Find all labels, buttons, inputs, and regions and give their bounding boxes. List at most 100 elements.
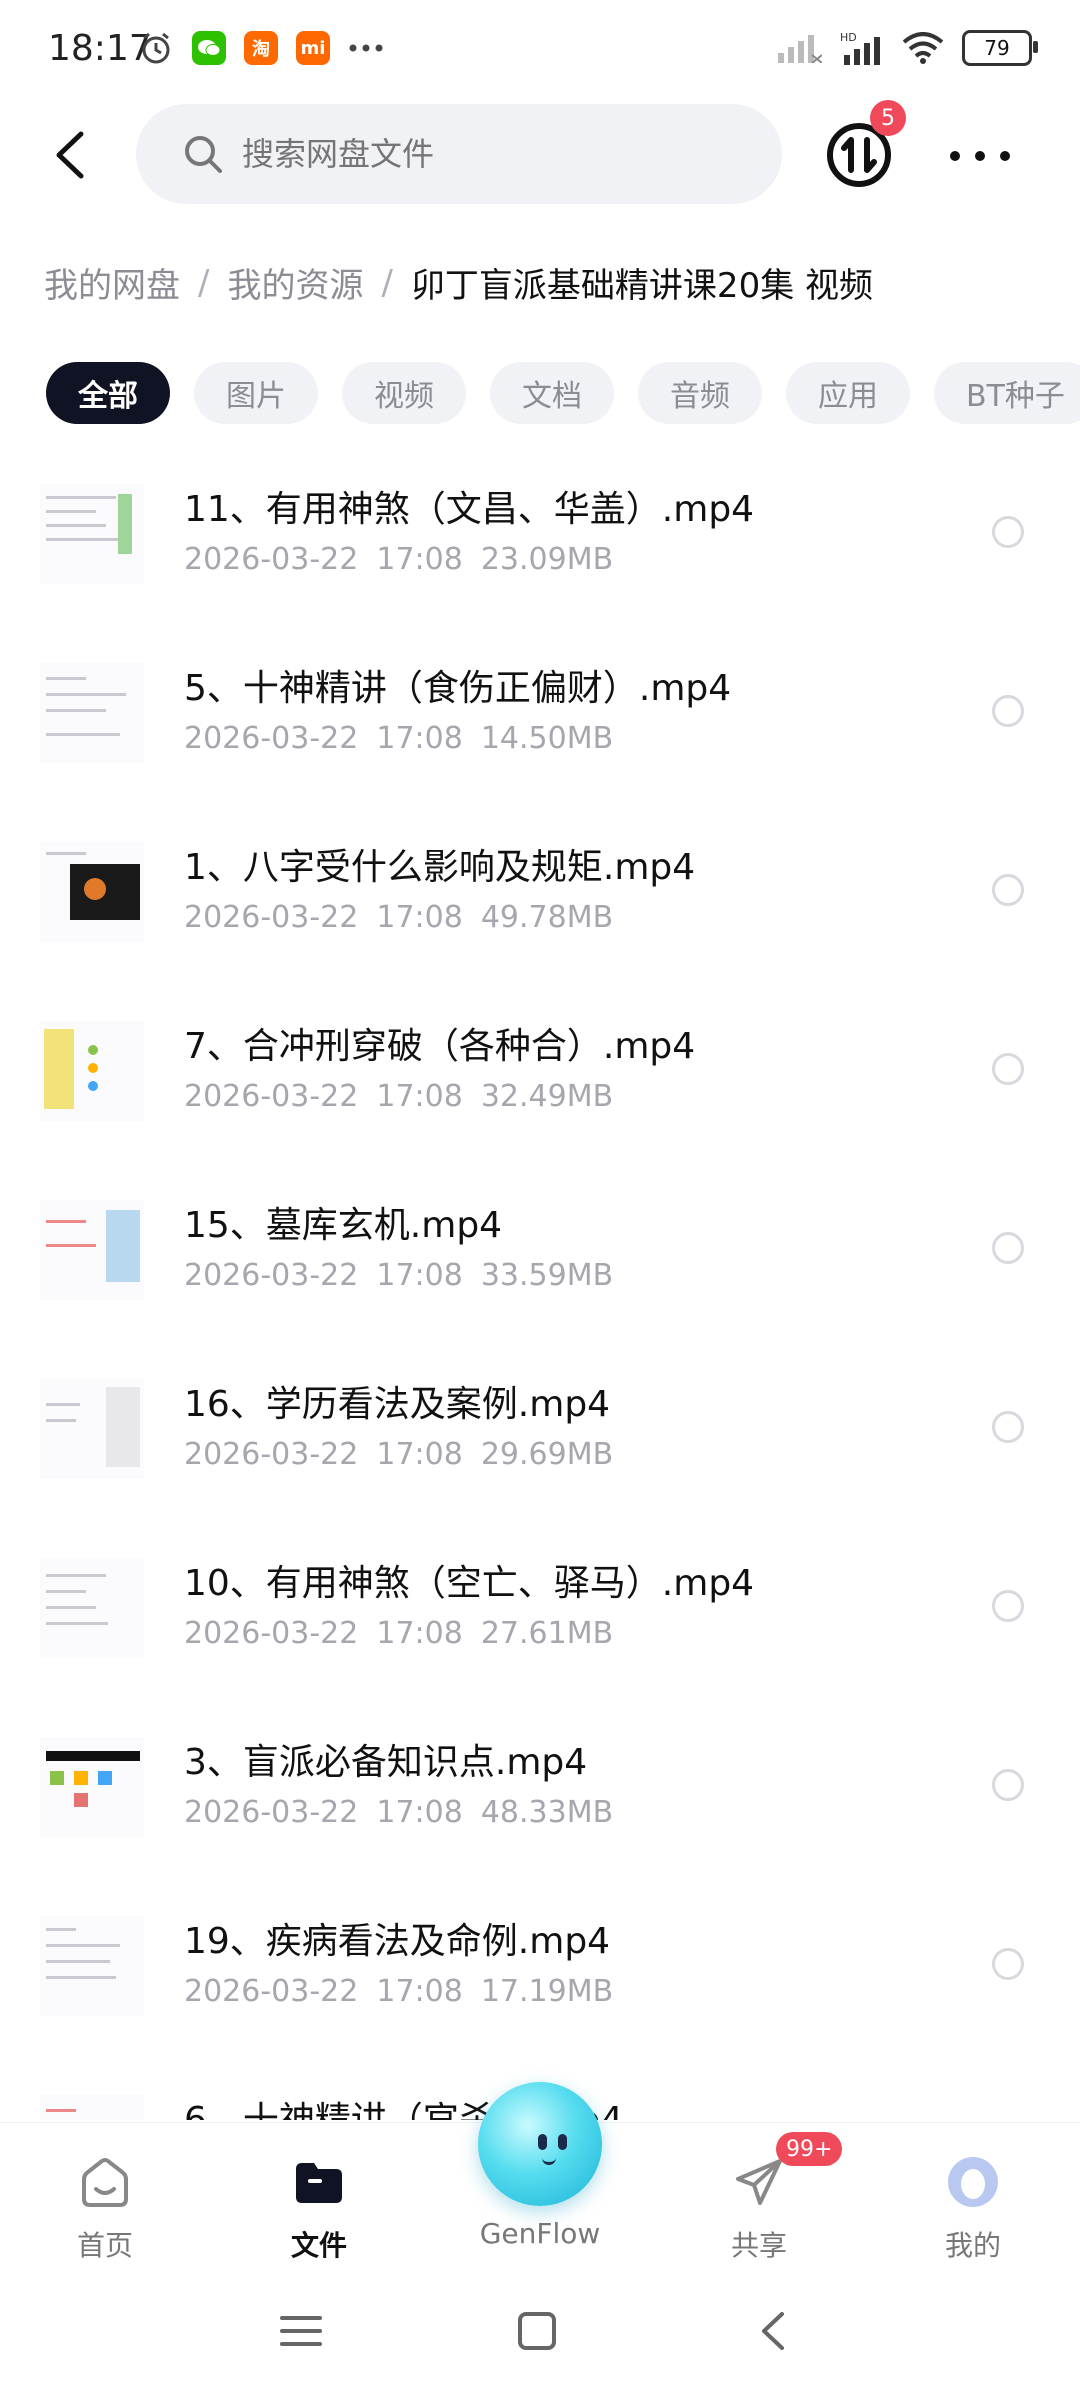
video-thumbnail: [40, 1737, 144, 1837]
avatar-icon: [948, 2157, 998, 2207]
file-row[interactable]: 1、八字受什么影响及规矩.mp4 2026-03-22 17:08 49.78MB: [0, 818, 1080, 997]
nav-home-label: 首页: [76, 2229, 133, 2262]
file-size: 17.19MB: [480, 1974, 614, 2009]
file-date: 2026-03-22: [184, 1616, 359, 1651]
file-size: 23.09MB: [480, 542, 614, 577]
nav-home[interactable]: 首页: [30, 2153, 180, 2264]
file-size: 29.69MB: [480, 1437, 614, 1472]
nav-files[interactable]: 文件: [244, 2153, 394, 2264]
file-row[interactable]: 15、墓库玄机.mp4 2026-03-22 17:08 33.59MB: [0, 1176, 1080, 1355]
tab-apps[interactable]: 应用: [786, 362, 910, 424]
chevron-left-icon: [56, 131, 84, 179]
file-meta: 2026-03-22 17:08 14.50MB: [184, 721, 631, 756]
file-name: 7、合冲刑穿破（各种合）.mp4: [184, 1026, 696, 1067]
file-size: 14.50MB: [480, 721, 614, 756]
file-time: 17:08: [376, 1795, 463, 1830]
nav-me[interactable]: 我的: [898, 2153, 1048, 2264]
video-thumbnail: [40, 1379, 144, 1479]
file-date: 2026-03-22: [184, 1437, 359, 1472]
filter-tabs: 全部 图片 视频 文档 音频 应用 BT种子: [46, 362, 1080, 424]
file-row[interactable]: 11、有用神煞（文昌、华盖）.mp4 2026-03-22 17:08 23.09M…: [0, 460, 1080, 639]
select-checkbox[interactable]: [992, 1053, 1024, 1085]
battery-icon: 79: [962, 30, 1038, 66]
nav-genflow-label: GenFlow: [479, 2217, 601, 2250]
status-right: HD 79: [778, 30, 1038, 66]
taobao-icon: 淘: [244, 31, 278, 65]
file-list: 11、有用神煞（文昌、华盖）.mp4 2026-03-22 17:08 23.09M…: [0, 460, 1080, 2120]
file-time: 17:08: [376, 1437, 463, 1472]
file-date: 2026-03-22: [184, 900, 359, 935]
back-button[interactable]: [36, 120, 106, 190]
status-time: 18:17: [48, 28, 152, 69]
file-date: 2026-03-22: [184, 1974, 359, 2009]
tab-audio[interactable]: 音频: [638, 362, 762, 424]
home-icon: [82, 2158, 128, 2207]
nav-share-label: 共享: [730, 2229, 787, 2262]
file-meta: 2026-03-22 17:08 17.19MB: [184, 1974, 631, 2009]
alarm-icon: [142, 32, 170, 64]
file-row[interactable]: 10、有用神煞（空亡、驿马）.mp4 2026-03-22 17:08 27.61M…: [0, 1534, 1080, 1713]
file-date: 2026-03-22: [184, 1079, 359, 1114]
breadcrumb-item[interactable]: 我的资源: [227, 258, 363, 307]
search-input[interactable]: [240, 134, 744, 174]
file-meta: 2026-03-22 17:08 23.09MB: [184, 542, 631, 577]
file-meta: 2026-03-22 17:08 32.49MB: [184, 1079, 631, 1114]
file-name: 1、八字受什么影响及规矩.mp4: [184, 847, 696, 888]
wifi-icon: [902, 32, 944, 64]
tab-documents[interactable]: 文档: [490, 362, 614, 424]
hd-signal-icon: HD: [840, 31, 880, 65]
file-time: 17:08: [376, 1616, 463, 1651]
file-row[interactable]: 19、疾病看法及命例.mp4 2026-03-22 17:08 17.19MB: [0, 1892, 1080, 2071]
file-row[interactable]: 5、十神精讲（食伤正偏财）.mp4 2026-03-22 17:08 14.50MB: [0, 639, 1080, 818]
file-row[interactable]: 3、盲派必备知识点.mp4 2026-03-22 17:08 48.33MB: [0, 1713, 1080, 1892]
breadcrumb: 我的网盘 / 我的资源 / 卯丁盲派基础精讲课20集 视频: [44, 258, 873, 307]
video-thumbnail: [40, 663, 144, 763]
video-thumbnail: [40, 842, 144, 942]
menu-icon[interactable]: [276, 2306, 326, 2356]
breadcrumb-separator: /: [381, 262, 393, 303]
tab-videos[interactable]: 视频: [342, 362, 466, 424]
select-checkbox[interactable]: [992, 1590, 1024, 1622]
file-size: 48.33MB: [480, 1795, 614, 1830]
file-name: 10、有用神煞（空亡、驿马）.mp4: [184, 1563, 755, 1604]
select-checkbox[interactable]: [992, 874, 1024, 906]
video-thumbnail: [40, 1021, 144, 1121]
file-time: 17:08: [376, 721, 463, 756]
search-icon: [185, 136, 222, 173]
select-checkbox[interactable]: [992, 1948, 1024, 1980]
file-name: 3、盲派必备知识点.mp4: [184, 1742, 588, 1783]
file-row[interactable]: 16、学历看法及案例.mp4 2026-03-22 17:08 29.69MB: [0, 1355, 1080, 1534]
nav-share[interactable]: 共享: [684, 2153, 834, 2264]
tab-all[interactable]: 全部: [46, 362, 170, 424]
breadcrumb-item[interactable]: 我的网盘: [44, 258, 180, 307]
back-triangle-icon[interactable]: [750, 2306, 800, 2356]
file-size: 33.59MB: [480, 1258, 614, 1293]
battery-level: 79: [984, 36, 1010, 60]
search-box[interactable]: [136, 104, 782, 204]
paper-plane-icon: [736, 2159, 782, 2205]
status-bar: 18:17 淘 mi HD 79: [0, 0, 1080, 100]
select-checkbox[interactable]: [992, 1769, 1024, 1801]
file-time: 17:08: [376, 1974, 463, 2009]
more-button[interactable]: [950, 136, 1010, 176]
tab-images[interactable]: 图片: [194, 362, 318, 424]
file-name: 15、墓库玄机.mp4: [184, 1205, 503, 1246]
home-square-icon[interactable]: [512, 2306, 562, 2356]
tab-bt-seeds[interactable]: BT种子: [934, 362, 1080, 424]
file-date: 2026-03-22: [184, 721, 359, 756]
nav-files-label: 文件: [290, 2229, 347, 2262]
select-checkbox[interactable]: [992, 1411, 1024, 1443]
video-thumbnail: [40, 1558, 144, 1658]
file-time: 17:08: [376, 900, 463, 935]
more-dots-icon: [349, 44, 383, 52]
share-badge: 99+: [776, 2132, 843, 2166]
select-checkbox[interactable]: [992, 1232, 1024, 1264]
genflow-orb-icon[interactable]: [478, 2082, 602, 2206]
file-date: 2026-03-22: [184, 1795, 359, 1830]
file-meta: 2026-03-22 17:08 49.78MB: [184, 900, 631, 935]
select-checkbox[interactable]: [992, 695, 1024, 727]
select-checkbox[interactable]: [992, 516, 1024, 548]
file-name: 11、有用神煞（文昌、华盖）.mp4: [184, 489, 755, 530]
file-row[interactable]: 7、合冲刑穿破（各种合）.mp4 2026-03-22 17:08 32.49MB: [0, 997, 1080, 1176]
transfer-badge: 5: [870, 100, 906, 136]
